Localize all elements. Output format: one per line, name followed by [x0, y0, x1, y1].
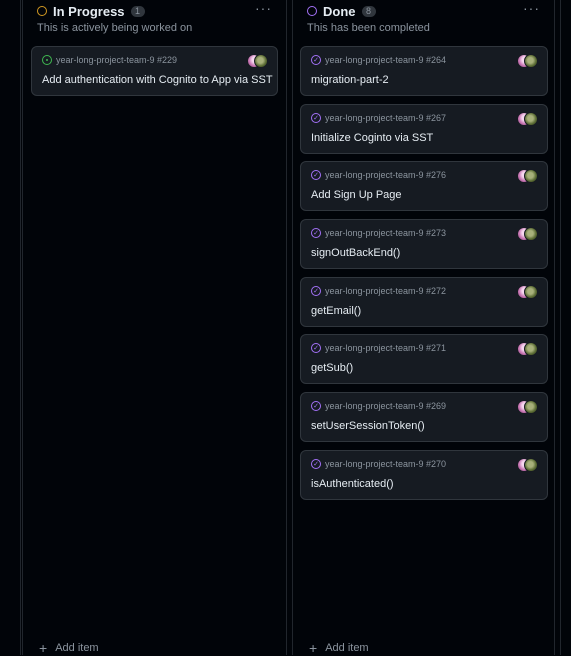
assignee-avatars[interactable]	[517, 285, 539, 299]
card-title[interactable]: migration-part-2	[311, 74, 389, 86]
card-meta: year-long-project-team-9 #229	[42, 55, 177, 65]
avatar	[254, 54, 268, 68]
column-header: Done 8 ···	[307, 0, 544, 20]
assignee-avatars[interactable]	[517, 342, 539, 356]
add-item-button[interactable]: + Add item	[309, 641, 369, 655]
card-repo-issue[interactable]: year-long-project-team-9 #229	[56, 55, 177, 65]
avatar	[524, 54, 538, 68]
avatar	[524, 112, 538, 126]
card-meta: ✓ year-long-project-team-9 #264	[311, 55, 446, 65]
column-header: In Progress 1 ···	[37, 0, 276, 20]
card-meta: ✓ year-long-project-team-9 #273	[311, 228, 446, 238]
issue-closed-check-icon: ✓	[311, 286, 321, 296]
avatar	[524, 458, 538, 472]
card-meta: ✓ year-long-project-team-9 #271	[311, 343, 446, 353]
card-meta: ✓ year-long-project-team-9 #276	[311, 170, 446, 180]
issue-card[interactable]: ✓ year-long-project-team-9 #270 isAuthent…	[300, 450, 548, 500]
card-repo-issue[interactable]: year-long-project-team-9 #264	[325, 55, 446, 65]
issue-card[interactable]: ✓ year-long-project-team-9 #273 signOutBa…	[300, 219, 548, 269]
column-done: Done 8 ··· This has been completed ✓ year…	[292, 0, 555, 655]
assignee-avatars[interactable]	[247, 54, 269, 68]
assignee-avatars[interactable]	[517, 400, 539, 414]
card-title[interactable]: setUserSessionToken()	[311, 420, 425, 432]
column-in-progress: In Progress 1 ··· This is actively being…	[22, 0, 287, 655]
card-title[interactable]: Add Sign Up Page	[311, 189, 402, 201]
card-title[interactable]: getSub()	[311, 362, 353, 374]
issue-card[interactable]: ✓ year-long-project-team-9 #276 Add Sign …	[300, 161, 548, 211]
add-item-label: Add item	[55, 642, 99, 654]
next-column-edge	[560, 0, 571, 655]
assignee-avatars[interactable]	[517, 112, 539, 126]
issue-open-icon	[42, 55, 52, 65]
issue-closed-check-icon: ✓	[311, 228, 321, 238]
card-meta: ✓ year-long-project-team-9 #269	[311, 401, 446, 411]
avatar	[524, 169, 538, 183]
avatar	[524, 285, 538, 299]
issue-closed-check-icon: ✓	[311, 170, 321, 180]
column-description: This has been completed	[307, 22, 430, 34]
issue-closed-check-icon: ✓	[311, 459, 321, 469]
card-repo-issue[interactable]: year-long-project-team-9 #272	[325, 286, 446, 296]
card-meta: ✓ year-long-project-team-9 #267	[311, 113, 446, 123]
column-item-count: 8	[361, 5, 376, 17]
previous-column-edge	[0, 0, 21, 655]
issue-closed-check-icon: ✓	[311, 401, 321, 411]
card-title[interactable]: Add authentication with Cognito to App v…	[42, 74, 273, 86]
card-repo-issue[interactable]: year-long-project-team-9 #269	[325, 401, 446, 411]
in-progress-status-icon	[37, 6, 47, 16]
issue-closed-check-icon: ✓	[311, 55, 321, 65]
card-title[interactable]: getEmail()	[311, 305, 361, 317]
issue-card[interactable]: ✓ year-long-project-team-9 #264 migration…	[300, 46, 548, 96]
card-repo-issue[interactable]: year-long-project-team-9 #270	[325, 459, 446, 469]
assignee-avatars[interactable]	[517, 458, 539, 472]
plus-icon: +	[39, 640, 48, 656]
issue-card[interactable]: ✓ year-long-project-team-9 #269 setUserSe…	[300, 392, 548, 442]
avatar	[524, 400, 538, 414]
avatar	[524, 227, 538, 241]
card-meta: ✓ year-long-project-team-9 #272	[311, 286, 446, 296]
add-item-button[interactable]: + Add item	[39, 641, 99, 655]
assignee-avatars[interactable]	[517, 169, 539, 183]
issue-card[interactable]: ✓ year-long-project-team-9 #271 getSub()	[300, 334, 548, 384]
card-title[interactable]: isAuthenticated()	[311, 478, 394, 490]
column-more-options-icon[interactable]: ···	[255, 0, 272, 16]
card-repo-issue[interactable]: year-long-project-team-9 #273	[325, 228, 446, 238]
column-title: In Progress	[53, 3, 125, 19]
column-description: This is actively being worked on	[37, 22, 193, 34]
issue-closed-check-icon: ✓	[311, 113, 321, 123]
plus-icon: +	[309, 640, 318, 656]
card-title[interactable]: Initialize Coginto via SST	[311, 132, 433, 144]
card-repo-issue[interactable]: year-long-project-team-9 #271	[325, 343, 446, 353]
issue-card[interactable]: ✓ year-long-project-team-9 #272 getEmail(…	[300, 277, 548, 327]
issue-closed-check-icon: ✓	[311, 343, 321, 353]
avatar	[524, 342, 538, 356]
issue-card[interactable]: year-long-project-team-9 #229 Add authen…	[31, 46, 278, 96]
card-repo-issue[interactable]: year-long-project-team-9 #267	[325, 113, 446, 123]
assignee-avatars[interactable]	[517, 227, 539, 241]
assignee-avatars[interactable]	[517, 54, 539, 68]
issue-card[interactable]: ✓ year-long-project-team-9 #267 Initializ…	[300, 104, 548, 154]
add-item-label: Add item	[325, 642, 369, 654]
column-item-count: 1	[130, 5, 145, 17]
done-status-icon	[307, 6, 317, 16]
card-title[interactable]: signOutBackEnd()	[311, 247, 400, 259]
column-more-options-icon[interactable]: ···	[523, 0, 540, 16]
card-repo-issue[interactable]: year-long-project-team-9 #276	[325, 170, 446, 180]
column-title: Done	[323, 3, 356, 19]
card-meta: ✓ year-long-project-team-9 #270	[311, 459, 446, 469]
